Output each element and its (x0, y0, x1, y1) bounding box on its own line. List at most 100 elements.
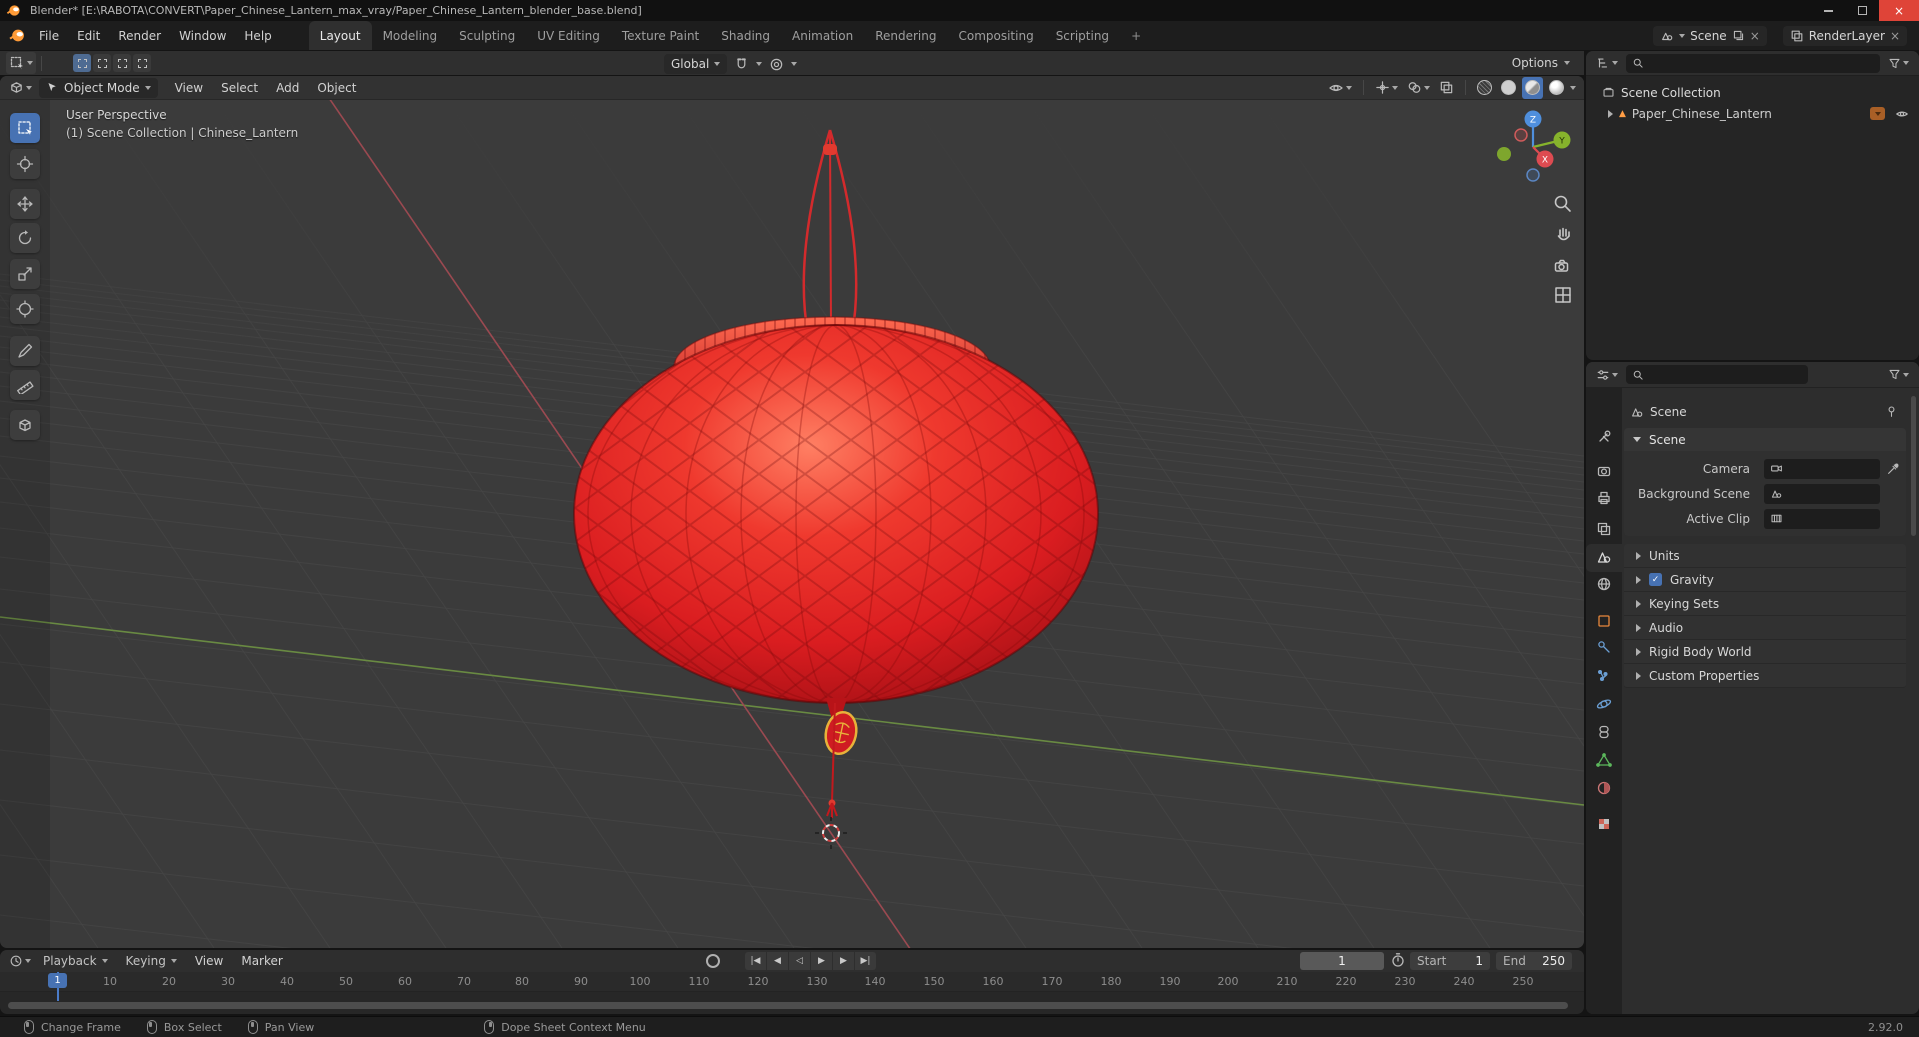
frame-end-field[interactable]: End 250 (1496, 952, 1572, 970)
select-mode-intersect[interactable] (133, 54, 151, 72)
timeline-editor-button[interactable] (6, 950, 34, 972)
play-button[interactable]: ▶ (811, 952, 832, 970)
gizmo-neg-z-ball[interactable] (1526, 168, 1540, 182)
menu-help[interactable]: Help (235, 21, 280, 50)
outliner-search-field[interactable] (1626, 53, 1880, 73)
shading-options-chevron[interactable] (1570, 85, 1576, 90)
timeline-view-menu[interactable]: View (186, 950, 232, 972)
prev-keyframe-button[interactable]: ◀ (767, 952, 788, 970)
workspace-tab-uvediting[interactable]: UV Editing (526, 21, 611, 50)
workspace-tab-animation[interactable]: Animation (781, 21, 864, 50)
snap-toggle[interactable] (731, 53, 752, 75)
workspace-tab-layout[interactable]: Layout (308, 21, 372, 50)
proportional-falloff-chevron[interactable] (791, 62, 798, 66)
material-tab[interactable] (1586, 775, 1622, 801)
gizmo-neg-x-ball[interactable] (1514, 128, 1528, 142)
current-frame-field[interactable]: 1 (1300, 952, 1384, 970)
object-tab[interactable] (1586, 608, 1622, 634)
properties-search-field[interactable] (1626, 365, 1808, 384)
select-mode-new[interactable] (73, 54, 91, 72)
outliner-area[interactable]: Scene Collection ▲ Paper_Chinese_Lantern (1586, 51, 1919, 360)
preview-range-button[interactable] (1390, 952, 1406, 971)
section-units[interactable]: Units (1624, 544, 1906, 568)
workspace-tab-shading[interactable]: Shading (710, 21, 781, 50)
blender-menu-icon[interactable] (8, 27, 26, 44)
render-tab[interactable] (1586, 458, 1622, 484)
proportional-edit-toggle[interactable] (766, 53, 787, 75)
unlink-scene-icon[interactable]: × (1750, 29, 1760, 43)
remove-viewlayer-icon[interactable]: × (1890, 29, 1900, 43)
jump-to-end-button[interactable]: ▶| (855, 952, 876, 970)
gizmos-dropdown[interactable] (1372, 77, 1401, 99)
tool-rotate[interactable] (10, 223, 40, 253)
menu-window[interactable]: Window (170, 21, 235, 50)
options-dropdown[interactable]: Options (1512, 56, 1584, 70)
properties-vscrollbar[interactable] (1911, 396, 1916, 536)
expand-arrow-icon[interactable] (1608, 109, 1613, 118)
eyedropper-icon[interactable] (1886, 462, 1900, 476)
add-workspace-button[interactable]: + (1120, 21, 1152, 50)
close-button[interactable]: × (1879, 0, 1919, 21)
tool-select-box[interactable] (10, 113, 40, 143)
outliner-editor-button[interactable] (1593, 52, 1621, 74)
mode-dropdown[interactable]: Object Mode (39, 77, 158, 98)
select-mode-extend[interactable] (93, 54, 111, 72)
timeline-hscrollbar[interactable] (8, 1002, 1568, 1009)
workspace-tab-modeling[interactable]: Modeling (372, 21, 449, 50)
object-data-tab[interactable] (1586, 747, 1622, 773)
pin-icon[interactable] (1885, 405, 1898, 418)
texture-tab[interactable] (1586, 811, 1622, 837)
viewport-menu-add[interactable]: Add (267, 76, 308, 99)
shading-material-button[interactable] (1522, 76, 1543, 99)
viewport-pan-button[interactable] (1551, 222, 1575, 249)
particles-tab[interactable] (1586, 663, 1622, 689)
record-button[interactable] (706, 954, 720, 968)
tool-annotate[interactable] (10, 336, 40, 366)
viewport-canvas[interactable]: User Perspective (1) Scene Collection | … (0, 100, 1584, 948)
workspace-tab-scripting[interactable]: Scripting (1045, 21, 1120, 50)
viewport-ortho-button[interactable] (1551, 283, 1575, 310)
output-tab[interactable] (1586, 485, 1622, 511)
shading-wireframe-button[interactable] (1474, 77, 1495, 99)
viewport-menu-select[interactable]: Select (212, 76, 267, 99)
section-gravity[interactable]: ✓ Gravity (1624, 568, 1906, 592)
jump-to-start-button[interactable]: |◀ (745, 952, 766, 970)
properties-area[interactable]: Scene Scene Camera Background Scene Acti… (1586, 362, 1919, 1014)
outliner-row-scene-collection[interactable]: Scene Collection (1586, 82, 1919, 103)
tool-tab[interactable] (1586, 424, 1622, 450)
scene-panel-header[interactable]: Scene (1624, 428, 1906, 451)
tool-add-cube[interactable] (10, 410, 40, 440)
active-clip-field[interactable] (1764, 508, 1880, 529)
section-keying-sets[interactable]: Keying Sets (1624, 592, 1906, 616)
scene-tab[interactable] (1586, 544, 1622, 570)
section-custom-properties[interactable]: Custom Properties (1624, 664, 1906, 688)
tool-move[interactable] (10, 189, 40, 219)
properties-filter-button[interactable] (1885, 364, 1912, 386)
hide-eye-icon[interactable] (1895, 107, 1909, 121)
viewlayer-tab[interactable] (1586, 516, 1622, 542)
shading-rendered-button[interactable] (1546, 77, 1567, 99)
workspace-tab-rendering[interactable]: Rendering (864, 21, 947, 50)
navigation-gizmo[interactable]: Z Y X (1493, 107, 1577, 191)
tool-measure[interactable] (10, 370, 40, 400)
next-keyframe-button[interactable]: ▶ (833, 952, 854, 970)
overlays-dropdown[interactable] (1404, 77, 1433, 99)
timeline-playback-menu[interactable]: Playback (34, 950, 117, 972)
background-scene-field[interactable] (1764, 483, 1880, 504)
physics-tab[interactable] (1586, 691, 1622, 717)
tool-transform[interactable] (10, 294, 40, 324)
frame-start-field[interactable]: Start 1 (1410, 952, 1490, 970)
outliner-filter-button[interactable] (1885, 52, 1912, 74)
properties-editor-button[interactable] (1593, 364, 1621, 386)
section-rigid-body-world[interactable]: Rigid Body World (1624, 640, 1906, 664)
new-scene-icon[interactable] (1732, 29, 1745, 42)
minimize-button[interactable] (1811, 0, 1845, 21)
scene-selector[interactable]: Scene × (1653, 25, 1767, 46)
viewport-camera-button[interactable] (1551, 254, 1575, 281)
editor-type-button[interactable] (6, 77, 35, 99)
snap-options-chevron[interactable] (756, 62, 763, 66)
timeline-ruler[interactable]: 10 20 30 40 50 60 70 80 90 100 110 120 130 140 … (0, 972, 1584, 992)
gizmo-neg-y-ball[interactable] (1497, 147, 1511, 161)
world-tab[interactable] (1586, 571, 1622, 597)
tool-scale[interactable] (10, 259, 40, 289)
